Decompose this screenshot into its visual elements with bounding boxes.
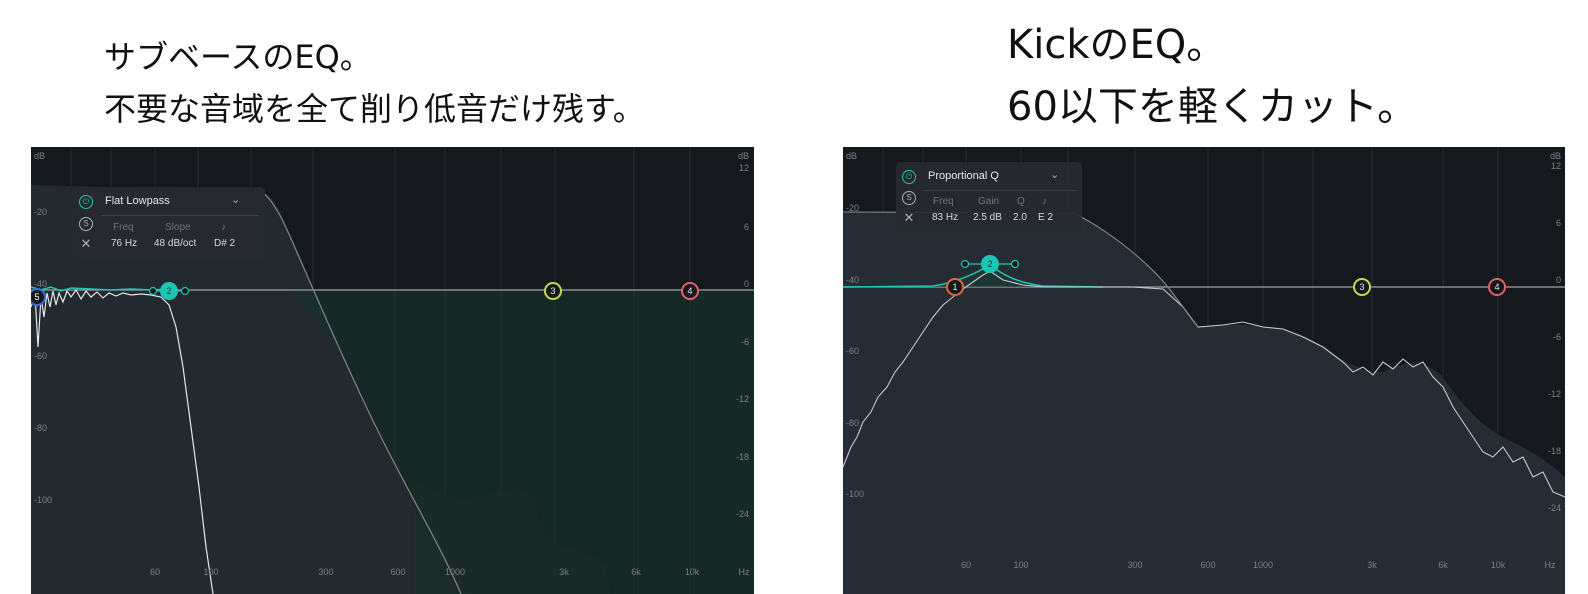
db-left-label: -20 [34, 207, 47, 217]
freq-label: 300 [1127, 560, 1142, 570]
note-value[interactable]: E 2 [1038, 212, 1053, 223]
db-right-label: 6 [1556, 218, 1561, 228]
filter-type-select[interactable]: Flat Lowpass [105, 195, 170, 207]
db-right-label: 6 [744, 222, 749, 232]
band-settings-panel: ⏻ S ✕ Flat Lowpass ⌄ Freq Slope ♪ 76 Hz … [73, 187, 265, 259]
power-icon[interactable]: ⏻ [79, 195, 93, 209]
freq-label: 10k [685, 567, 700, 577]
db-left-label: -60 [846, 346, 859, 356]
caption-left-line2: 不要な音域を全て削り低音だけ残す。 [104, 90, 645, 128]
freq-label: 6k [631, 567, 641, 577]
freq-label: 600 [390, 567, 405, 577]
db-right-label: -6 [741, 337, 749, 347]
filter-type-select[interactable]: Proportional Q [928, 170, 999, 182]
db-right-label: -12 [1548, 389, 1561, 399]
svg-text:4: 4 [687, 286, 692, 296]
db-right-label: -24 [1548, 503, 1561, 513]
band-node-1[interactable]: 1 [946, 278, 964, 296]
db-right-label: -18 [1548, 446, 1561, 456]
freq-label: 1000 [445, 567, 465, 577]
db-right-label: 0 [744, 279, 749, 289]
freq-label: 1000 [1253, 560, 1273, 570]
freq-label: Hz [739, 567, 750, 577]
band-node-4[interactable]: 4 [681, 282, 699, 300]
db-left-label: dB [34, 151, 45, 161]
chevron-down-icon[interactable]: ⌄ [1050, 168, 1059, 181]
q-handle-left[interactable] [960, 259, 970, 269]
freq-label: 300 [318, 567, 333, 577]
db-left-label: dB [846, 151, 857, 161]
svg-text:2: 2 [166, 286, 171, 296]
svg-text:5: 5 [34, 292, 39, 302]
freq-label: 100 [203, 567, 218, 577]
db-right-label: -24 [736, 509, 749, 519]
db-left-label: -40 [846, 275, 859, 285]
db-left-label: -40 [34, 279, 47, 289]
svg-text:3: 3 [1359, 282, 1364, 292]
band-node-4[interactable]: 4 [1488, 278, 1506, 296]
gain-value[interactable]: 2.5 dB [973, 212, 1002, 223]
db-left-label: -80 [34, 423, 47, 433]
db-right-label: 0 [1556, 275, 1561, 285]
right-eq-display[interactable]: dB -20 -40 -60 -80 -100 dB 12 6 0 -6 -12 -18 -24 60 100… [843, 147, 1565, 594]
db-left-label: -20 [846, 203, 859, 213]
freq-label: 6k [1438, 560, 1448, 570]
q-handle-right[interactable] [1010, 259, 1020, 269]
band-settings-panel: ⏻ S ✕ Proportional Q ⌄ Freq Gain Q ♪ 83 … [896, 162, 1082, 232]
freq-label: Hz [1545, 560, 1556, 570]
freq-header: Freq [933, 196, 954, 207]
db-right-label: 12 [739, 163, 749, 173]
chevron-down-icon[interactable]: ⌄ [231, 193, 240, 206]
svg-text:2: 2 [987, 259, 992, 269]
freq-label: 3k [559, 567, 569, 577]
band-node-3[interactable]: 3 [1353, 278, 1371, 296]
caption-right-line2: 60以下を軽くカット。 [1007, 84, 1418, 130]
q-handle-left[interactable] [148, 286, 158, 296]
freq-label: 10k [1491, 560, 1506, 570]
db-left-label: -100 [846, 489, 864, 499]
db-right-label: -12 [736, 394, 749, 404]
svg-text:3: 3 [550, 286, 555, 296]
power-icon[interactable]: ⏻ [902, 170, 916, 184]
db-left-label: -100 [34, 495, 52, 505]
solo-icon[interactable]: S [79, 217, 93, 231]
freq-label: 60 [150, 567, 160, 577]
gain-header: Gain [978, 196, 1000, 207]
freq-value[interactable]: 83 Hz [932, 212, 958, 223]
db-right-label: dB [738, 151, 749, 161]
freq-label: 60 [961, 560, 971, 570]
note-header: ♪ [221, 222, 226, 233]
divider [101, 215, 259, 216]
svg-text:4: 4 [1494, 282, 1499, 292]
divider [924, 190, 1076, 191]
db-left-label: -80 [846, 418, 859, 428]
freq-label: 600 [1200, 560, 1215, 570]
db-right-label: -18 [736, 452, 749, 462]
q-value[interactable]: 2.0 [1013, 212, 1027, 223]
note-header: ♪ [1042, 196, 1047, 207]
band-node-3[interactable]: 3 [544, 282, 562, 300]
q-header: Q [1017, 196, 1025, 207]
slope-header: Slope [165, 222, 191, 233]
freq-value[interactable]: 76 Hz [111, 238, 137, 249]
band-node-5[interactable]: 5 [31, 288, 46, 306]
left-eq-display[interactable]: dB -20 -40 -60 -80 -100 dB 12 6 0 -6 -12 -18 -24 60 100… [31, 147, 754, 594]
freq-label: 3k [1367, 560, 1377, 570]
solo-icon[interactable]: S [902, 191, 916, 205]
q-handle-right[interactable] [180, 286, 190, 296]
caption-left-line1: サブベースのEQ。 [104, 38, 372, 76]
db-right-label: 12 [1551, 161, 1561, 171]
svg-text:1: 1 [952, 282, 957, 292]
freq-header: Freq [113, 222, 134, 233]
caption-right-line1: KickのEQ。 [1007, 22, 1227, 68]
db-right-label: -6 [1553, 332, 1561, 342]
freq-label: 100 [1013, 560, 1028, 570]
db-left-label: -60 [34, 351, 47, 361]
db-right-label: dB [1550, 151, 1561, 161]
note-value[interactable]: D# 2 [214, 238, 235, 249]
close-icon[interactable]: ✕ [902, 211, 916, 225]
slope-value[interactable]: 48 dB/oct [154, 238, 196, 249]
close-icon[interactable]: ✕ [79, 237, 93, 251]
